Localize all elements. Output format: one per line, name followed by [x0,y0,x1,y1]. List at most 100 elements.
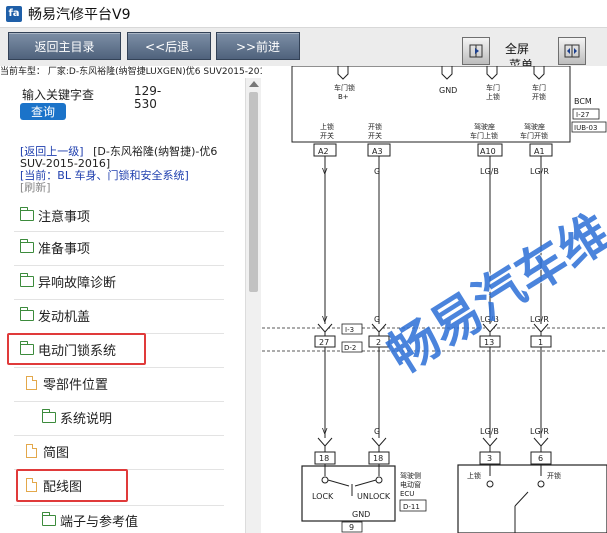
tree-item[interactable]: 零部件位置 [26,373,108,393]
actuator-ref: D-11 [403,503,420,511]
tree-item-label: 端子与参考值 [60,514,139,530]
tree-item[interactable]: 准备事项 [20,237,90,257]
pin-a2: A2 [318,147,329,156]
pin-3: 3 [487,454,492,463]
fullscreen-button[interactable] [462,37,490,65]
wiring-diagram[interactable]: 车门锁 B+ GND 车门 上锁 车门 开锁 BCM I-27 IUB-03 上… [262,66,607,533]
label-lock-switch2: 开关 [320,131,334,140]
pin-1: 1 [538,338,543,347]
app-title: 畅易汽修平台V9 [28,6,131,23]
highlight-box [16,469,128,502]
current-car-info: 当前车型： 厂家:D-东风裕隆(纳智捷LUXGEN)优6 SUV2015-201… [0,67,271,77]
label-door-lock: 车门锁 [334,83,355,92]
pin-a3: A3 [372,147,383,156]
folder-icon [20,306,34,321]
label-door-open2: 开锁 [532,92,546,101]
connector-ref-d2: D-2 [344,344,356,352]
divider [14,299,224,300]
scroll-thumb[interactable] [249,92,258,292]
wire-lgr-low: LG/R [530,427,549,436]
tree-item[interactable]: 异响故障诊断 [20,271,116,291]
highlight-box [7,333,146,365]
tree-item-label: 异响故障诊断 [38,275,117,291]
folder-icon [42,511,56,526]
pin-a10: A10 [480,147,496,156]
left-panel-scrollbar[interactable] [245,78,261,533]
refresh-link[interactable]: [刷新] [20,181,51,194]
label-unlock-switch2: 开关 [368,131,382,140]
tree-item-label: 系统说明 [60,411,113,427]
app-logo-icon: fa [6,5,22,22]
folder-icon [20,238,34,253]
search-range: 129-530 [134,84,162,111]
home-button[interactable]: 返回主目录 [8,32,121,60]
label-door-up2: 上锁 [486,92,500,101]
query-button[interactable]: 查询 [20,103,66,120]
wire-v-low: V [322,427,328,436]
menu-toggle-icon [564,44,580,58]
label-b-plus: B+ [338,93,349,101]
divider [14,367,224,368]
actuator-pin: 9 [349,523,354,532]
tree-item[interactable]: 发动机盖 [20,305,90,325]
bcm-ref-1: I-27 [576,111,590,119]
actuator-lock: LOCK [312,492,334,501]
divider [14,231,224,232]
tree-item-label: 发动机盖 [38,309,91,325]
fullscreen-label: 全屏 [505,42,530,56]
label-drv-unlock: 驾驶座 [524,122,545,131]
divider [14,505,224,506]
actuator-name3: ECU [400,490,414,498]
tree-item-label: 简图 [43,445,70,461]
pin-18a: 18 [319,454,329,463]
bcm-ref-2: IUB-03 [574,124,597,132]
tree-item-label: 准备事项 [38,241,91,257]
pin-6: 6 [538,454,543,463]
label-drv-lock: 驾驶座 [474,122,495,131]
tree-item-label: 零部件位置 [43,377,109,393]
tree-item[interactable]: 端子与参考值 [42,510,138,530]
wire-g-low: G [374,427,380,436]
label-gnd: GND [439,86,457,95]
pin-a1: A1 [534,147,545,156]
pin-18b: 18 [373,454,383,463]
folder-icon [20,206,34,221]
actuator-name2: 电动窗 [400,480,421,489]
switch-lock: 上锁 [467,471,481,480]
actuator-unlock: UNLOCK [357,492,391,501]
wire-lgr-mid: LG/R [530,315,549,324]
pin-27: 27 [319,338,329,347]
switch-unlock: 开锁 [547,471,561,480]
search-input[interactable]: 输入关键字查 [22,86,94,103]
menu-toggle-button[interactable] [558,37,586,65]
wire-v-mid: V [322,315,328,324]
divider [14,401,224,402]
connector-ref-i3: I-3 [345,326,354,334]
tree-item[interactable]: 系统说明 [42,407,112,427]
wire-lgb-low: LG/B [480,427,499,436]
wire-lgr: LG/R [530,167,549,176]
file-icon [26,444,37,458]
label-lock-switch: 上锁 [320,122,334,131]
bcm-label: BCM [574,97,592,106]
label-unlock-switch: 开锁 [368,122,382,131]
actuator-name: 驾驶侧 [400,471,421,480]
folder-icon [20,272,34,287]
forward-button[interactable]: >>前进 [216,32,300,60]
tree-item-label: 注意事项 [38,209,91,225]
divider [14,265,224,266]
breadcrumb: [返回上一级] [D-东风裕隆(纳智捷)-优6 SUV-2015-2016] [… [20,146,245,194]
scroll-up-icon[interactable] [249,81,259,87]
title-bar: fa 畅易汽修平台V9 [0,0,607,28]
label-drv-lock2: 车门上锁 [470,131,498,140]
back-button[interactable]: <<后退. [127,32,211,60]
fullscreen-icon [469,44,483,58]
label-door-up: 车门 [486,83,500,92]
tree-item[interactable]: 简图 [26,441,69,461]
tree-item[interactable]: 注意事项 [20,205,90,225]
left-nav-panel: 输入关键字查 129-530 查询 [返回上一级] [D-东风裕隆(纳智捷)-优… [0,78,245,533]
label-drv-unlock2: 车门开锁 [520,131,548,140]
actuator-gnd: GND [352,510,370,519]
folder-icon [42,408,56,423]
label-door-open: 车门 [532,83,546,92]
